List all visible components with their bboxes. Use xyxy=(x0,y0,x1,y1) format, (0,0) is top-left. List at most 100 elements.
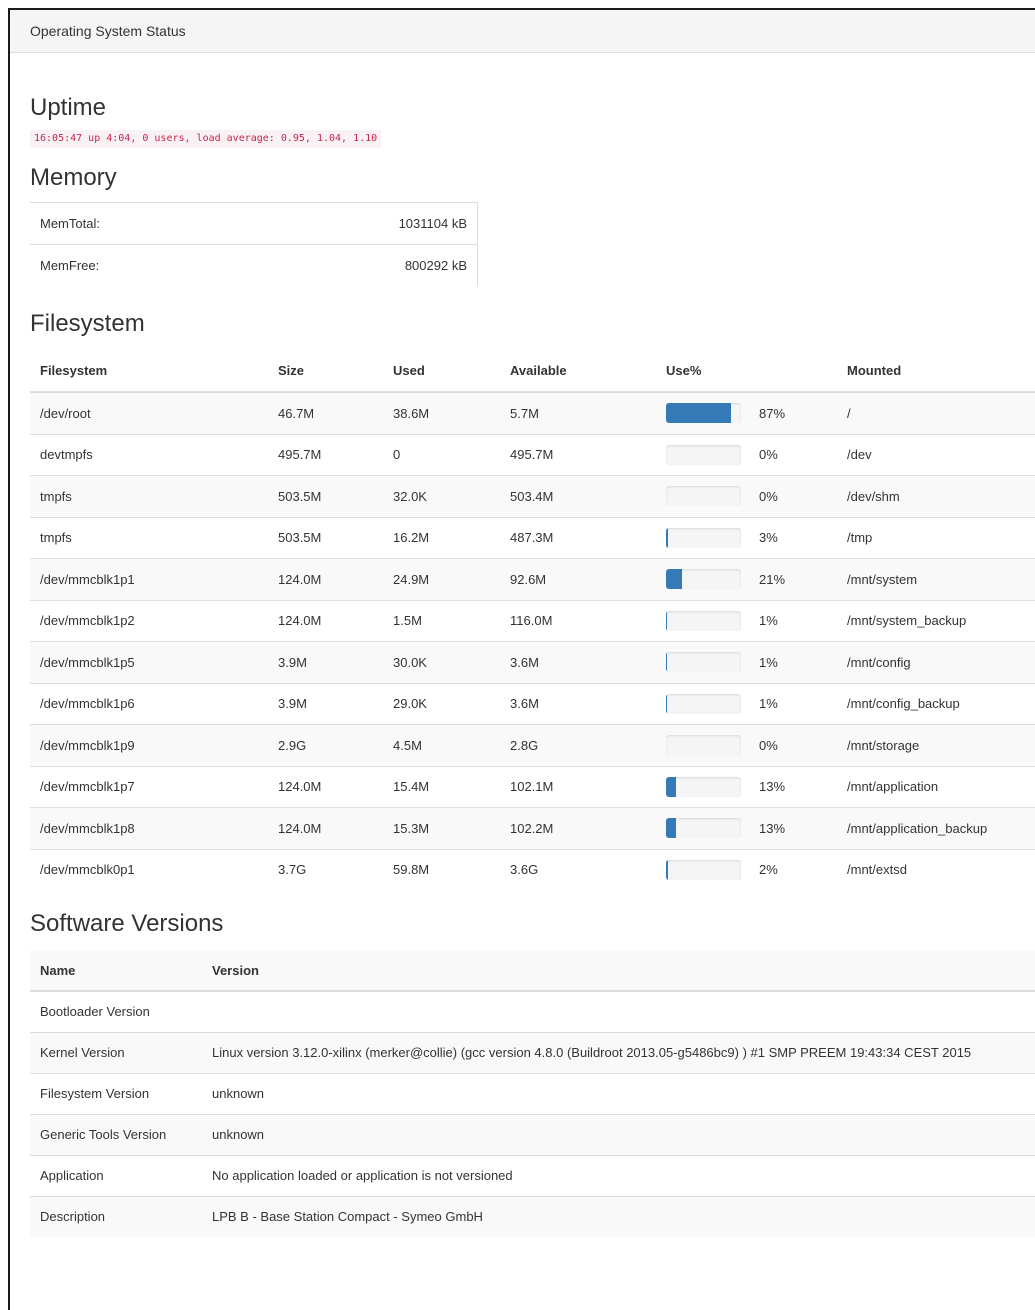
usage-progress-bar xyxy=(666,486,741,507)
filesystem-mount: /mnt/config_backup xyxy=(837,682,1035,725)
uptime-text: 16:05:47 up 4:04, 0 users, load average:… xyxy=(30,130,382,148)
filesystem-usage: 0% xyxy=(656,475,837,517)
software-name: Kernel Version xyxy=(30,1032,202,1074)
filesystem-available: 116.0M xyxy=(500,599,656,642)
software-version: unknown xyxy=(202,1073,1035,1115)
software-name: Application xyxy=(30,1155,202,1197)
filesystem-available: 5.7M xyxy=(500,391,656,434)
col-name: Name xyxy=(30,950,202,992)
filesystem-mount: /mnt/storage xyxy=(837,724,1035,766)
filesystem-heading: Filesystem xyxy=(30,310,145,337)
usage-progress-bar xyxy=(666,818,741,839)
panel-title: Operating System Status xyxy=(10,10,1035,53)
usage-progress-fill xyxy=(666,693,667,714)
software-row: Kernel Version Linux version 3.12.0-xilin… xyxy=(30,1032,1035,1074)
usage-progress-bar xyxy=(666,610,741,631)
filesystem-size: 46.7M xyxy=(268,391,383,434)
filesystem-name: /dev/mmcblk1p1 xyxy=(30,558,268,600)
filesystem-row: /dev/mmcblk1p6 3.9M 29.0K 3.6M 1% /mnt/config… xyxy=(30,682,1035,725)
filesystem-used: 15.4M xyxy=(383,765,500,808)
filesystem-used: 4.5M xyxy=(383,724,500,766)
software-version xyxy=(202,990,1035,1033)
usage-percent: 0% xyxy=(759,737,778,753)
usage-progress-fill xyxy=(666,527,669,548)
filesystem-mount: /mnt/extsd xyxy=(837,848,1035,890)
filesystem-name: devtmpfs xyxy=(30,433,268,476)
filesystem-available: 102.1M xyxy=(500,765,656,808)
filesystem-size: 124.0M xyxy=(268,807,383,849)
filesystem-row: /dev/mmcblk1p2 124.0M 1.5M 116.0M 1% /mnt/sys… xyxy=(30,599,1035,642)
filesystem-name: /dev/mmcblk1p2 xyxy=(30,599,268,642)
filesystem-size: 495.7M xyxy=(268,433,383,476)
filesystem-row: /dev/mmcblk1p7 124.0M 15.4M 102.1M 13% /mnt/a… xyxy=(30,765,1035,808)
filesystem-mount: /mnt/application_backup xyxy=(837,807,1035,849)
os-status-panel: Operating System Status Uptime 16:05:47 … xyxy=(8,8,1035,1310)
filesystem-header-row: Filesystem Size Used Available Use% Moun… xyxy=(30,350,1035,393)
usage-percent: 1% xyxy=(759,696,778,712)
usage-progress-bar xyxy=(666,776,741,797)
filesystem-used: 30.0K xyxy=(383,641,500,683)
col-filesystem: Filesystem xyxy=(30,350,268,393)
memory-label: MemTotal: xyxy=(30,202,242,245)
filesystem-name: /dev/mmcblk1p9 xyxy=(30,724,268,766)
filesystem-size: 503.5M xyxy=(268,475,383,517)
usage-progress-bar xyxy=(666,859,741,880)
filesystem-mount: / xyxy=(837,391,1035,434)
usage-progress-fill xyxy=(666,818,676,839)
filesystem-size: 3.9M xyxy=(268,641,383,683)
memory-value: 800292 kB xyxy=(241,244,478,286)
software-row: Filesystem Version unknown xyxy=(30,1073,1035,1115)
filesystem-row: /dev/root 46.7M 38.6M 5.7M 87% / xyxy=(30,391,1035,434)
filesystem-name: /dev/mmcblk1p7 xyxy=(30,765,268,808)
filesystem-row: /dev/mmcblk1p1 124.0M 24.9M 92.6M 21% /mnt/sy… xyxy=(30,558,1035,600)
memory-row: MemTotal: 1031104 kB xyxy=(30,202,478,245)
software-version: LPB B - Base Station Compact - Symeo Gmb… xyxy=(202,1196,1035,1237)
filesystem-row: tmpfs 503.5M 16.2M 487.3M 3% /tmp xyxy=(30,516,1035,559)
col-use-percent: Use% xyxy=(656,350,837,393)
col-available: Available xyxy=(500,350,656,393)
usage-progress-fill xyxy=(666,652,667,673)
filesystem-row: /dev/mmcblk0p1 3.7G 59.8M 3.6G 2% /mnt/extsd xyxy=(30,848,1035,890)
usage-progress-bar xyxy=(666,735,741,756)
usage-progress-bar xyxy=(666,652,741,673)
software-header-row: Name Version xyxy=(30,950,1035,992)
filesystem-usage: 1% xyxy=(656,682,837,725)
filesystem-size: 3.9M xyxy=(268,682,383,725)
filesystem-available: 495.7M xyxy=(500,433,656,476)
filesystem-used: 15.3M xyxy=(383,807,500,849)
col-used: Used xyxy=(383,350,500,393)
filesystem-used: 24.9M xyxy=(383,558,500,600)
usage-progress-bar xyxy=(666,569,741,590)
filesystem-mount: /dev/shm xyxy=(837,475,1035,517)
memory-heading: Memory xyxy=(30,164,117,191)
usage-progress-bar xyxy=(666,693,741,714)
filesystem-name: /dev/mmcblk1p8 xyxy=(30,807,268,849)
memory-label: MemFree: xyxy=(30,244,242,286)
uptime-heading: Uptime xyxy=(30,94,107,121)
col-version: Version xyxy=(202,950,1035,992)
filesystem-size: 3.7G xyxy=(268,848,383,890)
software-version: Linux version 3.12.0-xilinx (merker@coll… xyxy=(202,1032,1035,1074)
filesystem-row: devtmpfs 495.7M 0 495.7M 0%/dev xyxy=(30,433,1035,476)
filesystem-name: /dev/mmcblk0p1 xyxy=(30,848,268,890)
filesystem-usage: 2% xyxy=(656,848,837,890)
filesystem-used: 29.0K xyxy=(383,682,500,725)
filesystem-mount: /mnt/config xyxy=(837,641,1035,683)
software-name: Bootloader Version xyxy=(30,990,202,1033)
filesystem-mount: /mnt/system_backup xyxy=(837,599,1035,642)
filesystem-table: Filesystem Size Used Available Use% Moun… xyxy=(30,350,1035,890)
filesystem-size: 124.0M xyxy=(268,558,383,600)
usage-progress-fill xyxy=(666,859,668,880)
filesystem-usage: 13% xyxy=(656,807,837,849)
filesystem-name: tmpfs xyxy=(30,475,268,517)
filesystem-name: /dev/mmcblk1p5 xyxy=(30,641,268,683)
usage-progress-bar xyxy=(666,403,741,424)
filesystem-mount: /tmp xyxy=(837,516,1035,559)
usage-progress-fill xyxy=(666,610,667,631)
filesystem-usage: 21% xyxy=(656,558,837,600)
filesystem-used: 16.2M xyxy=(383,516,500,559)
usage-percent: 13% xyxy=(759,779,786,795)
filesystem-name: /dev/mmcblk1p6 xyxy=(30,682,268,725)
software-row: Application No application loaded or appl… xyxy=(30,1155,1035,1197)
software-table: Name Version Bootloader Version Kernel Ve… xyxy=(30,950,1035,1237)
